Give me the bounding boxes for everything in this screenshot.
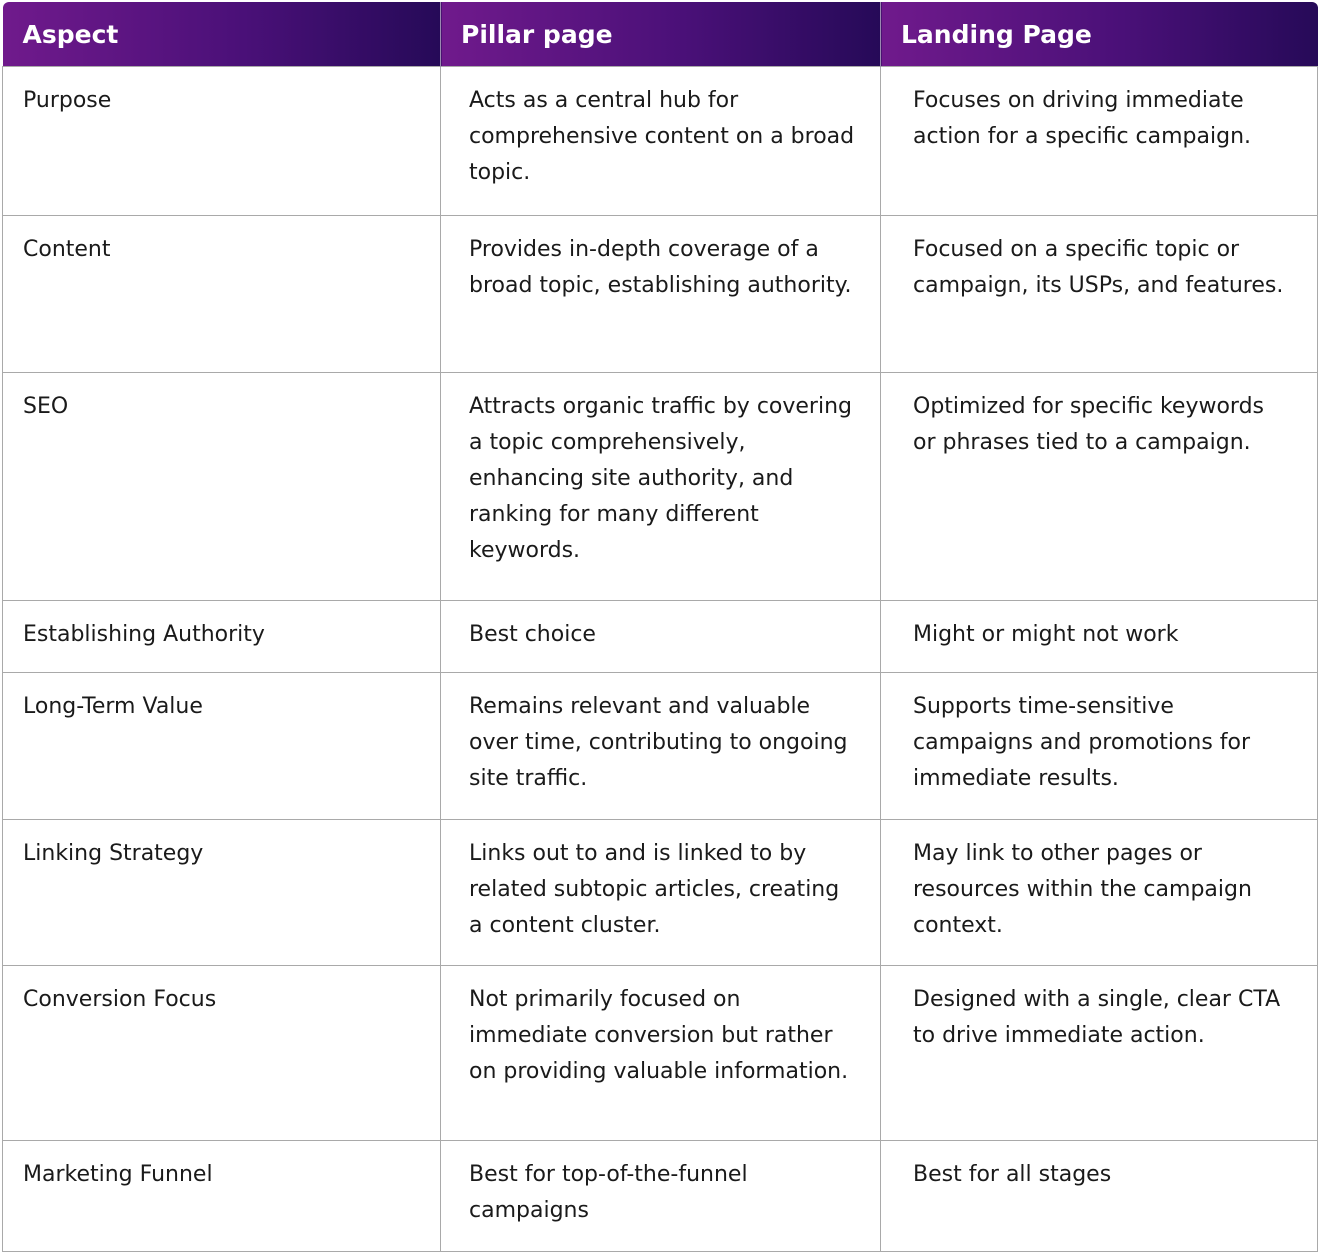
table-row: Marketing Funnel Best for top-of-the-funn… [2,1140,1318,1252]
landing-page-cell: Focuses on driving immediate action for … [880,66,1318,216]
pillar-page-cell: Remains relevant and valuable over time,… [440,672,881,820]
landing-page-cell: Optimized for specific keywords or phras… [880,372,1318,601]
table-row: Purpose Acts as a central hub for compreh… [2,66,1318,216]
header-landing-page: Landing Page [880,2,1318,67]
landing-page-cell: Focused on a specific topic or campaign,… [880,215,1318,373]
aspect-cell: Long-Term Value [2,672,441,820]
pillar-page-cell: Links out to and is linked to by related… [440,819,881,966]
table-row: Linking Strategy Links out to and is link… [2,819,1318,966]
pillar-page-cell: Not primarily focused on immediate conve… [440,965,881,1141]
aspect-cell: Conversion Focus [2,965,441,1141]
aspect-cell: SEO [2,372,441,601]
pillar-page-cell: Attracts organic traffic by covering a t… [440,372,881,601]
header-pillar-page: Pillar page [440,2,881,67]
pillar-page-cell: Best choice [440,600,881,673]
landing-page-cell: Might or might not work [880,600,1318,673]
landing-page-cell: May link to other pages or resources wit… [880,819,1318,966]
aspect-cell: Marketing Funnel [2,1140,441,1252]
header-row: Aspect Pillar page Landing Page [2,2,1318,67]
table-row: Establishing Authority Best choice Might o… [2,600,1318,673]
header-aspect: Aspect [2,2,441,67]
table-row: Conversion Focus Not primarily focused on… [2,965,1318,1141]
landing-page-cell: Best for all stages [880,1140,1318,1252]
aspect-cell: Establishing Authority [2,600,441,673]
pillar-page-cell: Best for top-of-the-funnel campaigns [440,1140,881,1252]
table-row: SEO Attracts organic traffic by covering … [2,372,1318,601]
table-row: Long-Term Value Remains relevant and valu… [2,672,1318,820]
pillar-page-cell: Provides in-depth coverage of a broad to… [440,215,881,373]
aspect-cell: Content [2,215,441,373]
landing-page-cell: Designed with a single, clear CTA to dri… [880,965,1318,1141]
landing-page-cell: Supports time-sensitive campaigns and pr… [880,672,1318,820]
comparison-table: Aspect Pillar page Landing Page Purpose A… [2,2,1318,1252]
table-row: Content Provides in-depth coverage of a b… [2,215,1318,373]
pillar-page-cell: Acts as a central hub for comprehensive … [440,66,881,216]
aspect-cell: Purpose [2,66,441,216]
aspect-cell: Linking Strategy [2,819,441,966]
